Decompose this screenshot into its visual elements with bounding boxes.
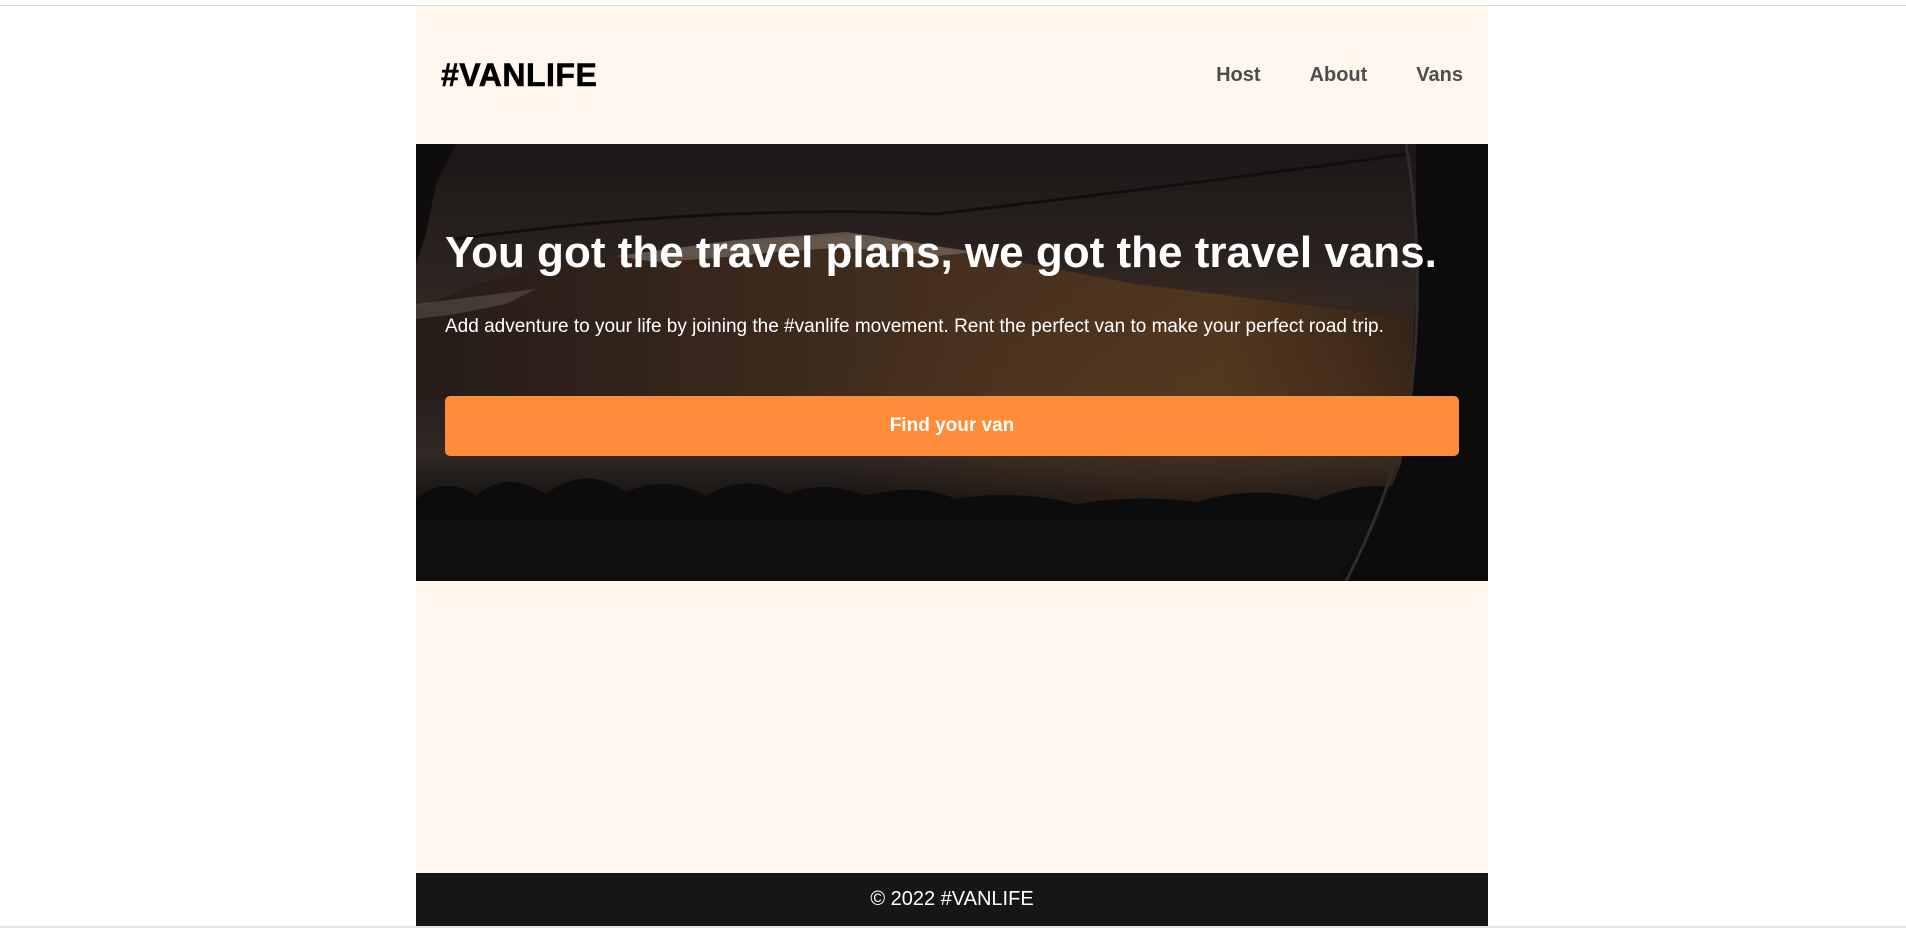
- footer-copyright: © 2022 #VANLIFE: [870, 888, 1034, 910]
- page-container: #VANLIFE Host About Vans You got the tra…: [416, 6, 1488, 926]
- main-nav: Host About Vans: [1216, 64, 1463, 87]
- hero-description: Add adventure to your life by joining th…: [445, 316, 1384, 337]
- hero-section: You got the travel plans, we got the tra…: [416, 144, 1488, 581]
- hero-title: You got the travel plans, we got the tra…: [445, 228, 1437, 277]
- browser-bottom-border: [0, 926, 1906, 928]
- site-footer: © 2022 #VANLIFE: [416, 873, 1488, 926]
- site-logo[interactable]: #VANLIFE: [441, 56, 597, 94]
- nav-link-vans[interactable]: Vans: [1416, 64, 1463, 87]
- find-your-van-button[interactable]: Find your van: [445, 396, 1459, 456]
- hero-background-image: [416, 144, 1488, 581]
- nav-link-host[interactable]: Host: [1216, 64, 1260, 87]
- site-header: #VANLIFE Host About Vans: [416, 6, 1488, 144]
- nav-link-about[interactable]: About: [1310, 64, 1368, 87]
